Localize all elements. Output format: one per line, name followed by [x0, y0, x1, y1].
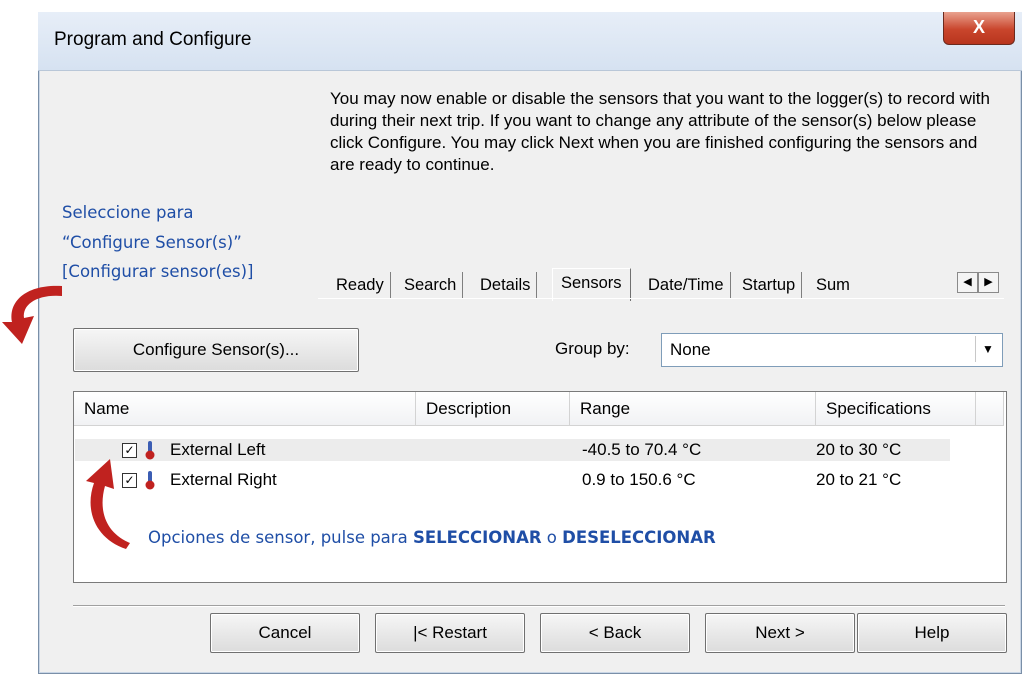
annotation-select-line3: [Configurar sensor(es)]	[62, 262, 254, 281]
table-row[interactable]: ✓ External Left -40.5 to 70.4 °C 20 to 3…	[74, 438, 1004, 462]
annotation-select-line2: “Configure Sensor(s)”	[62, 233, 242, 252]
tab-sensors[interactable]: Sensors	[552, 268, 631, 301]
tab-details[interactable]: Details	[474, 272, 538, 298]
annotation-options-prefix: Opciones de sensor, pulse para	[148, 528, 413, 547]
footer-separator	[73, 605, 1005, 607]
intro-text: You may now enable or disable the sensor…	[330, 89, 990, 174]
sensor-name: External Right	[170, 470, 277, 489]
tab-startup[interactable]: Startup	[736, 272, 803, 298]
column-header-name[interactable]: Name	[74, 392, 416, 426]
tab-summary[interactable]: Sum	[810, 272, 852, 298]
tab-ready[interactable]: Ready	[330, 272, 391, 298]
help-button[interactable]: Help	[857, 613, 1007, 653]
chevron-down-icon[interactable]: ▼	[975, 336, 1000, 362]
annotation-options-deselect: DESELECCIONAR	[562, 528, 716, 547]
tab-underline	[318, 298, 1004, 299]
annotation-arrow-checkbox	[86, 459, 130, 549]
sensor-range: 0.9 to 150.6 °C	[582, 470, 696, 489]
back-button[interactable]: < Back	[540, 613, 690, 653]
thermometer-icon	[145, 471, 155, 490]
sensor-name: External Left	[170, 440, 266, 459]
sensor-range: -40.5 to 70.4 °C	[582, 440, 702, 459]
window-title: Program and Configure	[54, 29, 252, 50]
close-button[interactable]: X	[943, 12, 1015, 45]
sensor-specifications: 20 to 21 °C	[816, 470, 902, 489]
restart-button[interactable]: |< Restart	[375, 613, 525, 653]
table-row[interactable]: ✓ External Right 0.9 to 150.6 °C 20 to 2…	[74, 468, 1004, 492]
next-button[interactable]: Next >	[705, 613, 855, 653]
sensor-specifications: 20 to 30 °C	[816, 440, 902, 459]
annotation-select-line1: Seleccione para	[62, 203, 194, 222]
sensor-list: Name Description Range Specifications ✓ …	[73, 391, 1007, 583]
tab-scroll-left-icon[interactable]: ◀	[957, 272, 978, 293]
column-header-description[interactable]: Description	[416, 392, 570, 426]
group-by-select[interactable]: None ▼	[661, 333, 1003, 367]
group-by-value: None	[670, 340, 711, 359]
tab-search[interactable]: Search	[398, 272, 464, 298]
column-header-filler	[976, 392, 1004, 426]
tab-scroll-right-icon[interactable]: ▶	[978, 272, 999, 293]
configure-sensors-button[interactable]: Configure Sensor(s)...	[73, 328, 359, 372]
tab-datetime[interactable]: Date/Time	[642, 272, 731, 298]
annotation-options: Opciones de sensor, pulse para SELECCION…	[148, 528, 716, 547]
thermometer-icon	[145, 441, 155, 460]
annotation-options-or: o	[541, 528, 563, 547]
annotation-options-select: SELECCIONAR	[412, 528, 542, 547]
column-header-specifications[interactable]: Specifications	[816, 392, 976, 426]
annotation-arrow-configure	[2, 285, 62, 344]
column-header-range[interactable]: Range	[570, 392, 816, 426]
group-by-label: Group by:	[555, 339, 630, 358]
cancel-button[interactable]: Cancel	[210, 613, 360, 653]
